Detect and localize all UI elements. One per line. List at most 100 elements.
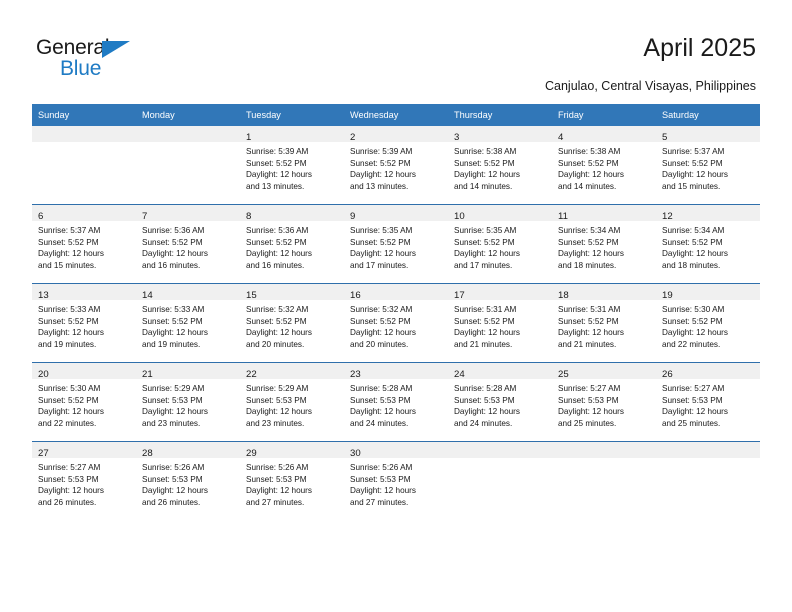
day-number: 28 <box>142 448 153 459</box>
daylight-duration-line1: Daylight: 12 hours <box>38 486 104 496</box>
daylight-duration-line2: and 25 minutes. <box>662 418 721 428</box>
day-number-band <box>136 126 240 142</box>
day-detail-block: Sunrise: 5:27 AM Sunset: 5:53 PM Daylight:… <box>656 379 760 429</box>
day-detail-block: Sunrise: 5:34 AM Sunset: 5:52 PM Daylight:… <box>656 221 760 271</box>
day-number-band: 8 <box>240 205 344 222</box>
calendar-day-cell-empty <box>32 126 136 205</box>
daylight-duration-line2: and 22 minutes. <box>38 418 97 428</box>
calendar-day-cell[interactable]: 19 Sunrise: 5:30 AM Sunset: 5:52 PM Dayligh… <box>656 283 760 363</box>
daylight-duration-line1: Daylight: 12 hours <box>454 170 520 180</box>
calendar-day-cell[interactable]: 17 Sunrise: 5:31 AM Sunset: 5:52 PM Dayligh… <box>448 283 552 363</box>
calendar-day-cell[interactable]: 8 Sunrise: 5:36 AM Sunset: 5:52 PM Daylight… <box>240 204 344 284</box>
day-number-band: 16 <box>344 284 448 301</box>
daylight-duration-line2: and 22 minutes. <box>662 339 721 349</box>
day-number: 26 <box>662 369 673 380</box>
sunrise-time: Sunrise: 5:32 AM <box>350 305 413 314</box>
sunrise-time: Sunrise: 5:32 AM <box>246 305 309 314</box>
calendar-day-cell[interactable]: 30 Sunrise: 5:26 AM Sunset: 5:53 PM Dayligh… <box>344 441 448 520</box>
sunset-time: Sunset: 5:52 PM <box>38 395 99 405</box>
calendar-day-cell[interactable]: 7 Sunrise: 5:36 AM Sunset: 5:52 PM Daylight… <box>136 204 240 284</box>
calendar-day-cell[interactable]: 22 Sunrise: 5:29 AM Sunset: 5:53 PM Dayligh… <box>240 362 344 442</box>
calendar-day-cell[interactable]: 1 Sunrise: 5:39 AM Sunset: 5:52 PM Daylight… <box>240 126 344 205</box>
daylight-duration-line1: Daylight: 12 hours <box>142 328 208 338</box>
daylight-duration-line2: and 20 minutes. <box>246 339 305 349</box>
calendar-day-cell[interactable]: 11 Sunrise: 5:34 AM Sunset: 5:52 PM Dayligh… <box>552 204 656 284</box>
calendar-day-cell[interactable]: 2 Sunrise: 5:39 AM Sunset: 5:52 PM Daylight… <box>344 126 448 205</box>
daylight-duration-line1: Daylight: 12 hours <box>558 328 624 338</box>
calendar-week-row: 27 Sunrise: 5:27 AM Sunset: 5:53 PM Dayligh… <box>32 441 760 520</box>
sunrise-time: Sunrise: 5:26 AM <box>246 463 309 472</box>
calendar-day-cell[interactable]: 26 Sunrise: 5:27 AM Sunset: 5:53 PM Dayligh… <box>656 362 760 442</box>
day-number-band: 23 <box>344 363 448 380</box>
daylight-duration-line1: Daylight: 12 hours <box>142 486 208 496</box>
calendar-day-cell[interactable]: 14 Sunrise: 5:33 AM Sunset: 5:52 PM Dayligh… <box>136 283 240 363</box>
daylight-duration-line1: Daylight: 12 hours <box>350 170 416 180</box>
day-number-band: 7 <box>136 205 240 222</box>
calendar-day-cell-empty <box>552 441 656 520</box>
day-number-band: 6 <box>32 205 136 222</box>
day-detail-block: Sunrise: 5:30 AM Sunset: 5:52 PM Daylight:… <box>32 379 136 429</box>
day-number-band: 4 <box>552 126 656 143</box>
calendar-day-cell[interactable]: 13 Sunrise: 5:33 AM Sunset: 5:52 PM Dayligh… <box>32 283 136 363</box>
day-number-band: 20 <box>32 363 136 380</box>
sunrise-time: Sunrise: 5:30 AM <box>662 305 725 314</box>
day-number: 14 <box>142 290 153 301</box>
calendar-day-cell[interactable]: 18 Sunrise: 5:31 AM Sunset: 5:52 PM Dayligh… <box>552 283 656 363</box>
day-number-band: 22 <box>240 363 344 380</box>
calendar-day-cell[interactable]: 15 Sunrise: 5:32 AM Sunset: 5:52 PM Dayligh… <box>240 283 344 363</box>
calendar-day-cell[interactable]: 25 Sunrise: 5:27 AM Sunset: 5:53 PM Dayligh… <box>552 362 656 442</box>
daylight-duration-line1: Daylight: 12 hours <box>662 170 728 180</box>
day-number: 6 <box>38 211 44 222</box>
calendar-day-cell[interactable]: 9 Sunrise: 5:35 AM Sunset: 5:52 PM Daylight… <box>344 204 448 284</box>
calendar-day-cell-empty <box>448 441 552 520</box>
page-subtitle-location: Canjulao, Central Visayas, Philippines <box>545 79 756 93</box>
sunrise-time: Sunrise: 5:31 AM <box>558 305 621 314</box>
calendar-day-cell[interactable]: 20 Sunrise: 5:30 AM Sunset: 5:52 PM Dayligh… <box>32 362 136 442</box>
calendar-day-cell[interactable]: 5 Sunrise: 5:37 AM Sunset: 5:52 PM Daylight… <box>656 126 760 205</box>
sunset-time: Sunset: 5:52 PM <box>454 158 515 168</box>
sunrise-time: Sunrise: 5:27 AM <box>558 384 621 393</box>
day-detail-block: Sunrise: 5:26 AM Sunset: 5:53 PM Daylight:… <box>240 458 344 508</box>
day-number-band: 27 <box>32 442 136 459</box>
day-number-band: 5 <box>656 126 760 143</box>
daylight-duration-line1: Daylight: 12 hours <box>142 249 208 259</box>
calendar-day-cell[interactable]: 23 Sunrise: 5:28 AM Sunset: 5:53 PM Dayligh… <box>344 362 448 442</box>
day-detail-block: Sunrise: 5:39 AM Sunset: 5:52 PM Daylight:… <box>344 142 448 192</box>
calendar-day-cell[interactable]: 21 Sunrise: 5:29 AM Sunset: 5:53 PM Dayligh… <box>136 362 240 442</box>
calendar-day-cell[interactable]: 29 Sunrise: 5:26 AM Sunset: 5:53 PM Dayligh… <box>240 441 344 520</box>
daylight-duration-line1: Daylight: 12 hours <box>246 486 312 496</box>
daylight-duration-line2: and 25 minutes. <box>558 418 617 428</box>
calendar-day-cell[interactable]: 12 Sunrise: 5:34 AM Sunset: 5:52 PM Dayligh… <box>656 204 760 284</box>
daylight-duration-line1: Daylight: 12 hours <box>38 407 104 417</box>
calendar-day-cell[interactable]: 24 Sunrise: 5:28 AM Sunset: 5:53 PM Dayligh… <box>448 362 552 442</box>
calendar-day-cell[interactable]: 4 Sunrise: 5:38 AM Sunset: 5:52 PM Daylight… <box>552 126 656 205</box>
sunset-time: Sunset: 5:52 PM <box>246 158 307 168</box>
calendar-day-cell-empty <box>136 126 240 205</box>
calendar-week-row: 20 Sunrise: 5:30 AM Sunset: 5:52 PM Dayligh… <box>32 362 760 442</box>
weekday-header-tuesday: Tuesday <box>240 104 344 126</box>
calendar-day-cell[interactable]: 3 Sunrise: 5:38 AM Sunset: 5:52 PM Daylight… <box>448 126 552 205</box>
daylight-duration-line2: and 21 minutes. <box>454 339 513 349</box>
daylight-duration-line1: Daylight: 12 hours <box>350 328 416 338</box>
day-number: 19 <box>662 290 673 301</box>
day-number: 10 <box>454 211 465 222</box>
calendar-day-cell[interactable]: 28 Sunrise: 5:26 AM Sunset: 5:53 PM Dayligh… <box>136 441 240 520</box>
calendar-day-cell[interactable]: 16 Sunrise: 5:32 AM Sunset: 5:52 PM Dayligh… <box>344 283 448 363</box>
sunset-time: Sunset: 5:52 PM <box>246 316 307 326</box>
day-number-band: 3 <box>448 126 552 143</box>
calendar-day-cell[interactable]: 10 Sunrise: 5:35 AM Sunset: 5:52 PM Dayligh… <box>448 204 552 284</box>
sunrise-time: Sunrise: 5:38 AM <box>558 147 621 156</box>
day-number: 17 <box>454 290 465 301</box>
sunrise-time: Sunrise: 5:28 AM <box>350 384 413 393</box>
day-number: 18 <box>558 290 569 301</box>
day-number-band: 19 <box>656 284 760 301</box>
day-detail-block: Sunrise: 5:33 AM Sunset: 5:52 PM Daylight:… <box>32 300 136 350</box>
day-number-band: 25 <box>552 363 656 380</box>
daylight-duration-line2: and 19 minutes. <box>38 339 97 349</box>
weekday-header-monday: Monday <box>136 104 240 126</box>
weekday-header-row: Sunday Monday Tuesday Wednesday Thursday… <box>32 104 760 126</box>
day-number-band: 11 <box>552 205 656 222</box>
calendar-day-cell[interactable]: 6 Sunrise: 5:37 AM Sunset: 5:52 PM Daylight… <box>32 204 136 284</box>
calendar-day-cell[interactable]: 27 Sunrise: 5:27 AM Sunset: 5:53 PM Dayligh… <box>32 441 136 520</box>
sunset-time: Sunset: 5:52 PM <box>246 237 307 247</box>
